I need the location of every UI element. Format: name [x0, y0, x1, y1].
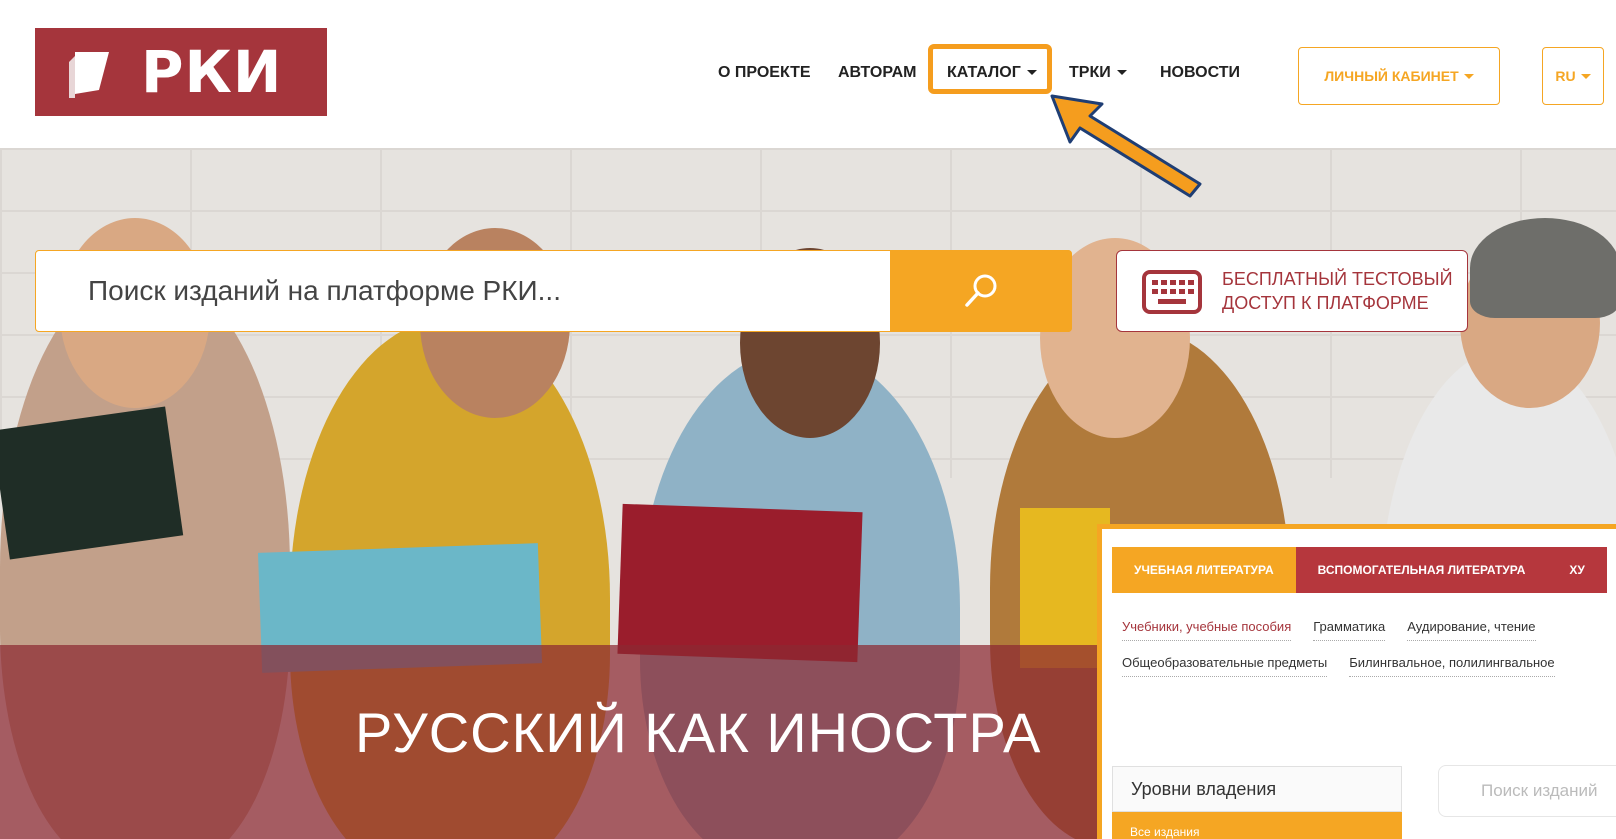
search-button[interactable] — [890, 250, 1072, 332]
category-row-2: Общеобразовательные предметы Билингвальн… — [1122, 655, 1577, 677]
book-shape — [617, 503, 863, 663]
nav-trki-label: ТРКИ — [1069, 64, 1111, 81]
hero-title: РУССКИЙ КАК ИНОСТРА — [355, 701, 1042, 764]
category-link[interactable]: Билингвальное, полилингвальное — [1349, 655, 1555, 677]
nav-authors[interactable]: АВТОРАМ — [838, 58, 916, 88]
panel-search-input[interactable]: Поиск изданий — [1438, 765, 1616, 817]
account-button-label: ЛИЧНЫЙ КАБИНЕТ — [1324, 68, 1459, 84]
chevron-down-icon — [1116, 70, 1127, 76]
tab-educational-literature[interactable]: УЧЕБНАЯ ЛИТЕРАТУРА — [1112, 547, 1296, 593]
book-shape — [0, 406, 184, 560]
hat-shape — [1470, 218, 1616, 318]
category-link[interactable]: Грамматика — [1313, 619, 1386, 641]
category-row-1: Учебники, учебные пособия Грамматика Ауд… — [1122, 619, 1558, 641]
search-icon — [965, 274, 997, 307]
nav-about[interactable]: О ПРОЕКТЕ — [718, 58, 811, 88]
levels-header: Уровни владения — [1112, 766, 1402, 812]
tab-auxiliary-literature[interactable]: ВСПОМОГАТЕЛЬНАЯ ЛИТЕРАТУРА — [1295, 547, 1548, 593]
catalog-highlight-frame — [928, 44, 1052, 94]
language-select[interactable]: RU — [1542, 47, 1604, 105]
category-link[interactable]: Аудирование, чтение — [1407, 619, 1536, 641]
tab-fiction[interactable]: ХУ — [1547, 547, 1607, 593]
site-header: РКИ О ПРОЕКТЕ АВТОРАМ КАТАЛОГ ТРКИ НОВОС… — [0, 0, 1616, 148]
category-link[interactable]: Учебники, учебные пособия — [1122, 619, 1292, 641]
chevron-down-icon — [1580, 73, 1591, 79]
all-editions-item[interactable]: Все издания — [1112, 812, 1402, 839]
free-access-button[interactable]: БЕСПЛАТНЫЙ ТЕСТОВЫЙ ДОСТУП К ПЛАТФОРМЕ — [1116, 250, 1468, 332]
category-link[interactable]: Общеобразовательные предметы — [1122, 655, 1328, 677]
keyboard-icon — [1142, 270, 1202, 314]
search-input[interactable]: Поиск изданий на платформе РКИ... — [88, 251, 561, 331]
free-access-line1: БЕСПЛАТНЫЙ ТЕСТОВЫЙ — [1222, 269, 1453, 289]
pointer-arrow-annotation — [1050, 94, 1202, 198]
free-access-line2: ДОСТУП К ПЛАТФОРМЕ — [1222, 293, 1429, 313]
free-access-text: БЕСПЛАТНЫЙ ТЕСТОВЫЙ ДОСТУП К ПЛАТФОРМЕ — [1222, 267, 1453, 315]
account-button[interactable]: ЛИЧНЫЙ КАБИНЕТ — [1298, 47, 1500, 105]
page: РКИ О ПРОЕКТЕ АВТОРАМ КАТАЛОГ ТРКИ НОВОС… — [0, 0, 1616, 839]
catalog-dropdown: УЧЕБНАЯ ЛИТЕРАТУРА ВСПОМОГАТЕЛЬНАЯ ЛИТЕР… — [1097, 524, 1616, 839]
language-label: RU — [1555, 68, 1576, 84]
catalog-tabs: УЧЕБНАЯ ЛИТЕРАТУРА ВСПОМОГАТЕЛЬНАЯ ЛИТЕР… — [1112, 547, 1607, 593]
chevron-down-icon — [1463, 73, 1474, 79]
